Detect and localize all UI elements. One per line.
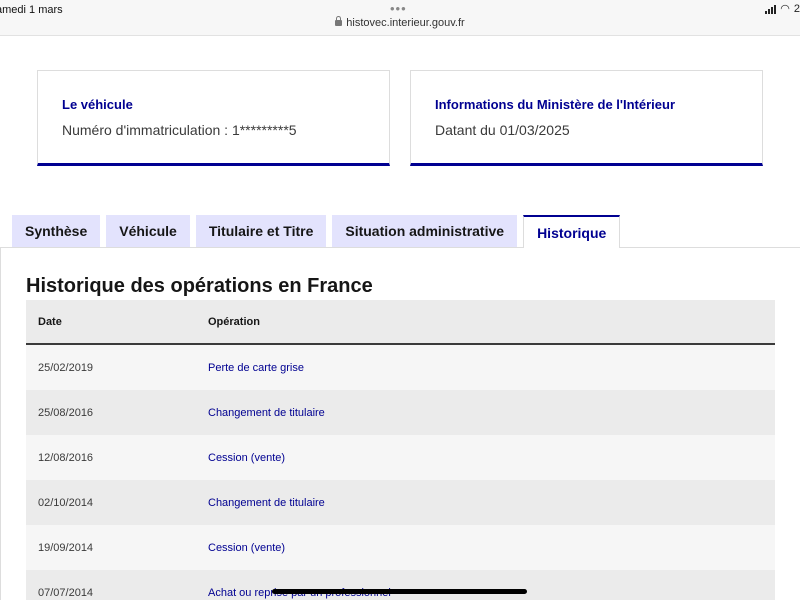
- tab-titulaire-titre[interactable]: Titulaire et Titre: [195, 215, 327, 247]
- date-column-header: Date: [38, 315, 62, 328]
- row-operation: Changement de titulaire: [208, 496, 325, 509]
- table-row: 25/02/2019 Perte de carte grise: [26, 345, 775, 390]
- ministry-card-title: Informations du Ministère de l'Intérieur: [435, 97, 676, 112]
- lock-icon: [335, 16, 343, 26]
- row-operation: Cession (vente): [208, 541, 286, 554]
- row-operation: Perte de carte grise: [208, 361, 304, 374]
- row-date: 25/02/2019: [38, 361, 94, 374]
- row-date: 12/08/2016: [38, 451, 94, 464]
- table-row: 02/10/2014 Changement de titulaire: [26, 480, 775, 525]
- history-title: Historique des opérations en France: [26, 275, 373, 297]
- table-row: 19/09/2014 Cession (vente): [26, 525, 775, 570]
- wifi-icon: ◠: [780, 3, 790, 15]
- url-text: histovec.interieur.gouv.fr: [346, 17, 465, 29]
- vehicle-card-title: Le véhicule: [62, 97, 133, 112]
- panel-border: [0, 247, 1, 600]
- tab-synthese[interactable]: Synthèse: [12, 215, 101, 247]
- more-dots-icon[interactable]: •••: [390, 1, 407, 16]
- battery-level: 2: [793, 3, 800, 15]
- row-date: 07/07/2014: [38, 586, 94, 599]
- status-date: amedi 1 mars: [0, 4, 63, 16]
- data-date: Datant du 01/03/2025: [435, 122, 570, 138]
- row-operation: Changement de titulaire: [208, 406, 325, 419]
- tab-historique[interactable]: Historique: [523, 215, 621, 248]
- home-indicator[interactable]: [272, 589, 527, 594]
- address-bar[interactable]: histovec.interieur.gouv.fr: [0, 16, 800, 29]
- vehicle-card: Le véhicule Numéro d'immatriculation : 1…: [37, 70, 390, 166]
- signal-icon: [765, 4, 777, 14]
- history-table: Date Opération 25/02/2019 Perte de carte…: [26, 300, 775, 600]
- table-row: 25/08/2016 Changement de titulaire: [26, 390, 775, 435]
- row-date: 02/10/2014: [38, 496, 94, 509]
- table-row: 12/08/2016 Cession (vente): [26, 435, 775, 480]
- tab-list: Synthèse Véhicule Titulaire et Titre Sit…: [12, 215, 621, 248]
- operation-column-header: Opération: [208, 315, 260, 328]
- browser-status-bar: amedi 1 mars ••• histovec.interieur.gouv…: [0, 0, 800, 36]
- row-date: 25/08/2016: [38, 406, 94, 419]
- ministry-card: Informations du Ministère de l'Intérieur…: [410, 70, 763, 166]
- registration-number: Numéro d'immatriculation : 1*********5: [62, 122, 297, 138]
- table-row: 07/07/2014 Achat ou reprise par un profe…: [26, 570, 775, 600]
- status-icons: ◠ 2: [765, 3, 800, 15]
- table-header: Date Opération: [26, 300, 775, 345]
- row-date: 19/09/2014: [38, 541, 94, 554]
- tab-situation-administrative[interactable]: Situation administrative: [332, 215, 518, 247]
- tab-vehicule[interactable]: Véhicule: [106, 215, 190, 247]
- row-operation: Cession (vente): [208, 451, 286, 464]
